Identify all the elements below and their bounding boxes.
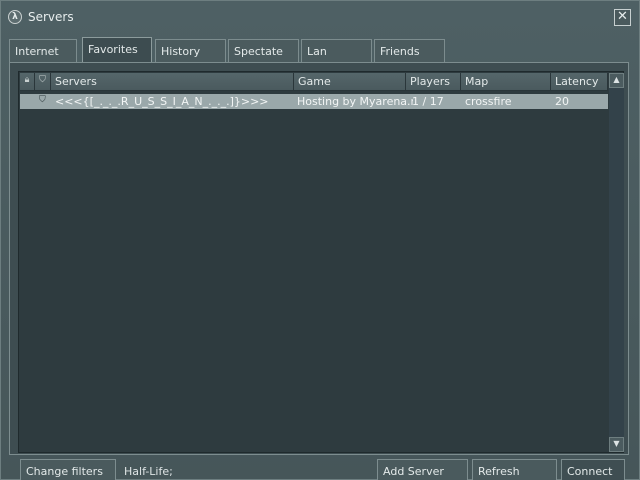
column-header-map[interactable]: Map	[461, 73, 551, 91]
server-players: 1 / 17	[412, 95, 444, 108]
server-list-header: 🔒︎ ⛉ Servers Game Players Map Latency	[20, 73, 608, 91]
tab-internet[interactable]: Internet	[9, 39, 77, 62]
table-row[interactable]: ⛉ <<<{[_._._.R_U_S_S_I_A_N_._._.]}>>> Ho…	[20, 94, 608, 109]
tab-favorites[interactable]: Favorites	[82, 37, 152, 63]
server-map: crossfire	[465, 95, 512, 108]
server-name: <<<{[_._._.R_U_S_S_I_A_N_._._.]}>>>	[55, 95, 269, 108]
close-button[interactable]: ✕	[614, 9, 631, 26]
tab-history[interactable]: History	[155, 39, 226, 62]
window-title: Servers	[28, 10, 74, 24]
vertical-scrollbar[interactable]: ▲ ▼	[609, 73, 624, 452]
tab-spectate[interactable]: Spectate	[228, 39, 299, 62]
bottom-bar: Change filters Half-Life; Add Server Ref…	[1, 457, 640, 480]
tab-friends[interactable]: Friends	[374, 39, 445, 62]
lock-icon[interactable]: 🔒︎	[20, 73, 35, 91]
title-bar[interactable]: λ Servers ✕	[1, 1, 639, 33]
column-header-servers[interactable]: Servers	[51, 73, 294, 91]
half-life-lambda-icon: λ	[8, 10, 22, 24]
change-filters-button[interactable]: Change filters	[20, 459, 116, 480]
server-game: Hosting by Myarena.ru	[297, 95, 413, 108]
favorites-panel: 🔒︎ ⛉ Servers Game Players Map Latency ⛉ …	[9, 62, 629, 455]
scroll-down-button[interactable]: ▼	[609, 437, 624, 452]
tab-bar: Internet Favorites History Spectate Lan …	[9, 37, 629, 63]
column-header-game[interactable]: Game	[294, 73, 406, 91]
connect-button[interactable]: Connect	[561, 459, 625, 480]
column-header-players[interactable]: Players	[406, 73, 461, 91]
servers-window: λ Servers ✕ Internet Favorites History S…	[0, 0, 640, 480]
tab-lan[interactable]: Lan	[301, 39, 372, 62]
refresh-button[interactable]: Refresh	[472, 459, 557, 480]
filter-summary: Half-Life;	[124, 465, 173, 478]
add-server-button[interactable]: Add Server	[377, 459, 468, 480]
server-latency: 20	[555, 95, 569, 108]
column-header-latency[interactable]: Latency	[551, 73, 608, 91]
shield-icon[interactable]: ⛉	[35, 73, 51, 91]
server-list[interactable]: 🔒︎ ⛉ Servers Game Players Map Latency ⛉ …	[18, 71, 624, 453]
scroll-up-button[interactable]: ▲	[609, 73, 624, 88]
secure-shield-icon: ⛉	[39, 95, 46, 105]
